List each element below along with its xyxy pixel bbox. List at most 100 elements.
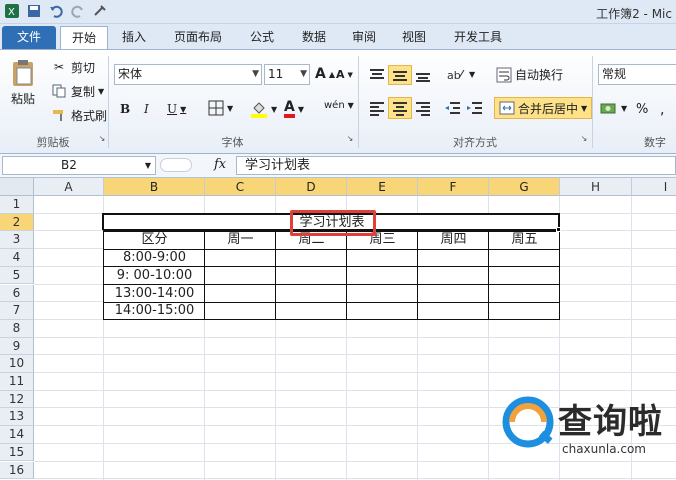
column-header-g[interactable]: G <box>489 178 560 196</box>
font-name-select[interactable]: 宋体 ▼ <box>114 64 262 85</box>
phonetic-button[interactable]: wén ▼ <box>324 100 354 111</box>
tab-developer[interactable]: 开发工具 <box>446 26 510 49</box>
row-header-9[interactable]: 9 <box>0 337 34 356</box>
row-header-13[interactable]: 13 <box>0 408 34 427</box>
row-header-15[interactable]: 15 <box>0 443 34 462</box>
table-header-cell[interactable]: 周五 <box>489 231 560 250</box>
launcher-icon[interactable]: ↘ <box>96 134 108 143</box>
row-header-7[interactable]: 7 <box>0 302 34 320</box>
tab-formulas[interactable]: 公式 <box>240 26 284 49</box>
number-format-select[interactable]: 常规 <box>598 64 676 85</box>
row-header-12[interactable]: 12 <box>0 390 34 409</box>
time-slot-cell[interactable]: 9: 00-10:00 <box>104 266 205 285</box>
schedule-cell[interactable] <box>489 284 560 303</box>
column-header-f[interactable]: F <box>418 178 489 196</box>
tab-view[interactable]: 视图 <box>392 26 436 49</box>
align-center-button[interactable] <box>388 97 412 119</box>
schedule-cell[interactable] <box>418 249 489 268</box>
tab-insert[interactable]: 插入 <box>112 26 156 49</box>
orientation-button[interactable]: ab ▼ <box>446 66 475 82</box>
column-header-d[interactable]: D <box>276 178 347 196</box>
fill-color-button[interactable]: ▼ <box>250 100 277 118</box>
customize-icon[interactable] <box>92 3 108 19</box>
column-header-c[interactable]: C <box>205 178 276 196</box>
align-top-button[interactable] <box>368 68 386 82</box>
schedule-cell[interactable] <box>347 302 418 321</box>
schedule-cell[interactable] <box>205 302 276 321</box>
cut-button[interactable]: ✂ 剪切 <box>50 58 95 76</box>
italic-button[interactable]: I <box>144 102 149 116</box>
row-header-10[interactable]: 10 <box>0 355 34 373</box>
column-header-h[interactable]: H <box>560 178 632 196</box>
font-size-select[interactable]: 11 ▼ <box>264 64 310 85</box>
font-color-button[interactable]: A ▼ <box>284 100 304 118</box>
row-header-1[interactable]: 1 <box>0 196 34 214</box>
launcher-icon[interactable]: ↘ <box>344 134 356 143</box>
schedule-cell[interactable] <box>418 302 489 321</box>
schedule-cell[interactable] <box>276 266 347 285</box>
row-header-6[interactable]: 6 <box>0 284 34 303</box>
align-right-button[interactable] <box>414 100 432 116</box>
schedule-cell[interactable] <box>418 266 489 285</box>
row-header-4[interactable]: 4 <box>0 249 34 267</box>
grow-font-button[interactable]: A ▲ <box>315 66 335 82</box>
undo-icon[interactable] <box>48 3 64 19</box>
decrease-indent-button[interactable] <box>444 100 462 116</box>
row-header-3[interactable]: 3 <box>0 231 34 250</box>
row-header-11[interactable]: 11 <box>0 373 34 391</box>
save-icon[interactable] <box>26 3 42 19</box>
row-header-14[interactable]: 14 <box>0 426 34 444</box>
schedule-cell[interactable] <box>205 266 276 285</box>
fill-handle[interactable] <box>556 227 561 233</box>
paste-button[interactable]: 粘贴 <box>8 58 38 107</box>
schedule-cell[interactable] <box>276 249 347 268</box>
align-bottom-button[interactable] <box>414 68 432 82</box>
comma-style-button[interactable]: , <box>660 102 664 118</box>
tab-review[interactable]: 审阅 <box>342 26 386 49</box>
increase-indent-button[interactable] <box>466 100 484 116</box>
tab-page-layout[interactable]: 页面布局 <box>166 26 230 49</box>
schedule-cell[interactable] <box>347 249 418 268</box>
borders-button[interactable]: ▼ <box>208 100 233 116</box>
align-left-button[interactable] <box>368 100 386 116</box>
time-slot-cell[interactable]: 13:00-14:00 <box>104 284 205 303</box>
schedule-cell[interactable] <box>347 284 418 303</box>
tab-data[interactable]: 数据 <box>292 26 336 49</box>
launcher-icon[interactable]: ↘ <box>578 134 590 143</box>
schedule-cell[interactable] <box>347 266 418 285</box>
schedule-cell[interactable] <box>489 266 560 285</box>
accounting-format-button[interactable]: ▼ <box>600 100 627 116</box>
time-slot-cell[interactable]: 8:00-9:00 <box>104 249 205 268</box>
bold-button[interactable]: B <box>120 102 130 116</box>
merge-center-button[interactable]: 合并后居中 ▼ <box>494 97 593 119</box>
tab-file[interactable]: 文件 <box>2 26 56 49</box>
column-header-b[interactable]: B <box>104 178 205 196</box>
name-box[interactable]: B2 ▼ <box>2 156 156 175</box>
percent-button[interactable]: % <box>636 102 648 117</box>
align-middle-button[interactable] <box>388 65 412 85</box>
schedule-cell[interactable] <box>276 302 347 321</box>
table-header-cell[interactable]: 周四 <box>418 231 489 250</box>
tab-home[interactable]: 开始 <box>60 26 108 49</box>
copy-button[interactable]: 复制 ▼ <box>50 82 104 100</box>
schedule-cell[interactable] <box>276 284 347 303</box>
shrink-font-button[interactable]: A ▼ <box>336 68 353 81</box>
format-painter-button[interactable]: 格式刷 <box>50 106 107 124</box>
redo-icon[interactable] <box>70 3 86 19</box>
column-header-i[interactable]: I <box>632 178 676 196</box>
insert-function-button[interactable]: fx <box>214 157 226 172</box>
row-header-2[interactable]: 2 <box>0 213 34 232</box>
table-header-cell[interactable]: 区分 <box>104 231 205 250</box>
schedule-cell[interactable] <box>205 249 276 268</box>
row-header-16[interactable]: 16 <box>0 461 34 480</box>
schedule-cell[interactable] <box>205 284 276 303</box>
time-slot-cell[interactable]: 14:00-15:00 <box>104 302 205 321</box>
schedule-cell[interactable] <box>418 284 489 303</box>
select-all-corner[interactable] <box>0 178 34 196</box>
formula-bar-splitter[interactable] <box>160 158 192 172</box>
column-header-e[interactable]: E <box>347 178 418 196</box>
table-header-cell[interactable]: 周一 <box>205 231 276 250</box>
row-header-5[interactable]: 5 <box>0 266 34 285</box>
formula-input[interactable]: 学习计划表 <box>236 156 676 175</box>
underline-button[interactable]: U ▼ <box>167 102 186 116</box>
